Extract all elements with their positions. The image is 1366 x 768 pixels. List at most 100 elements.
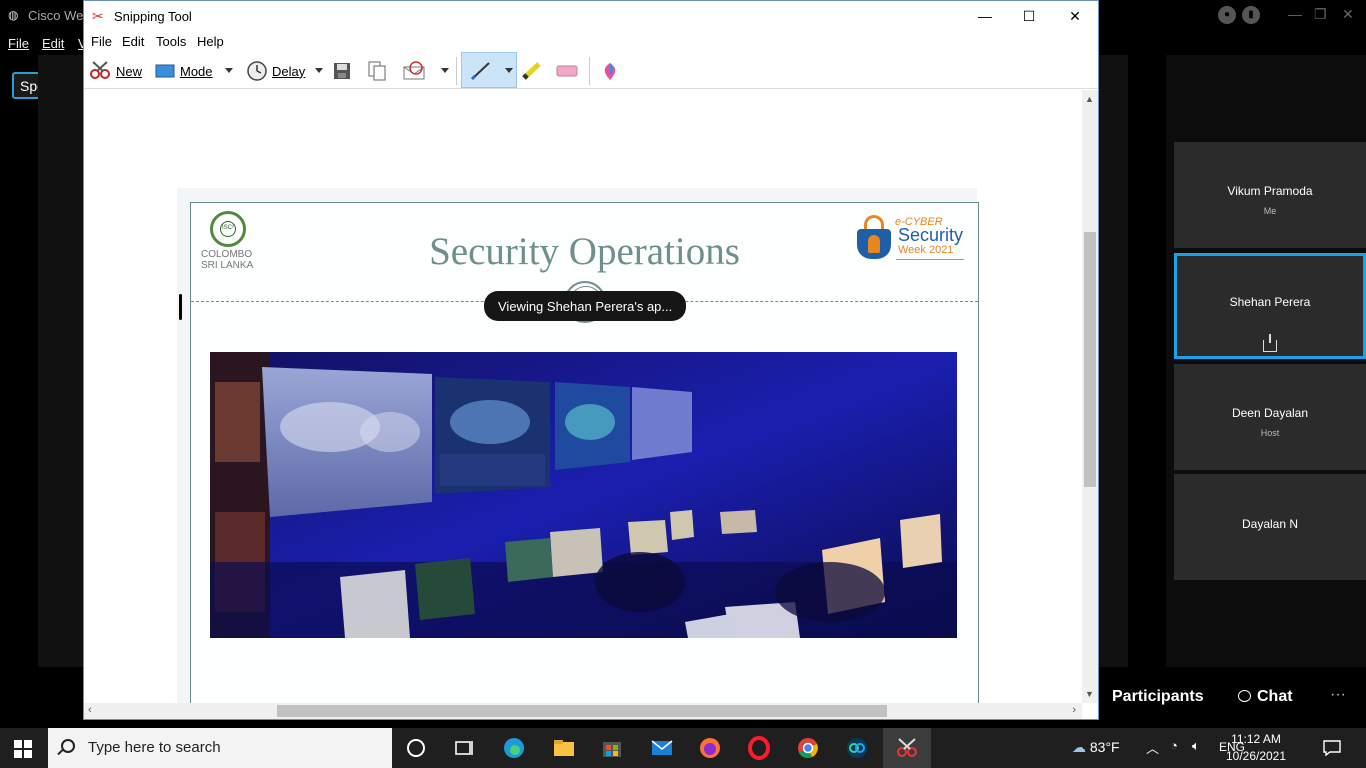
webex-stats-icon[interactable]: ▮ [1242,6,1260,24]
toolbar-separator [456,57,457,85]
webex-menu-file[interactable]: File [8,36,29,51]
webex-settings-icon[interactable]: ● [1218,6,1236,24]
scroll-left-icon[interactable]: ‹ [88,704,92,716]
eraser-button[interactable] [554,59,580,83]
microsoft-store-icon[interactable] [600,736,624,760]
minimize-button[interactable]: — [962,1,1008,31]
weather-temperature: 83°F [1089,739,1120,755]
event-logo-line2: Security [898,225,964,245]
snipping-tool-toolbar: New Mode Delay [84,52,1098,89]
pen-button[interactable] [469,59,493,83]
menu-edit[interactable]: Edit [122,34,144,49]
weather-widget[interactable]: ☁ 83°F [1072,739,1120,756]
mode-rectangle-icon [155,64,175,78]
participant-name: Vikum Pramoda [1227,184,1313,198]
horizontal-scroll-thumb[interactable] [277,705,887,717]
clock-icon [247,61,267,81]
edge-browser-icon[interactable] [502,736,526,760]
webex-menu-edit[interactable]: Edit [42,36,64,51]
horizontal-scrollbar[interactable]: ‹ › [84,703,1082,719]
pen-icon [470,62,490,81]
delay-dropdown-arrow-icon[interactable] [315,68,323,73]
volume-icon[interactable]: 🔈︎ [1192,738,1200,754]
window-title: Snipping Tool [114,9,192,24]
task-view-icon[interactable] [452,736,476,760]
mail-icon[interactable] [650,736,674,760]
canvas-marker [179,294,182,320]
chrome-icon[interactable] [796,736,820,760]
more-options-button[interactable]: ··· [1330,686,1346,704]
participant-tile[interactable]: Deen Dayalan Host [1174,364,1366,470]
wifi-icon[interactable]: ◔ [1170,738,1178,753]
scroll-right-icon[interactable]: › [1072,704,1076,716]
delay-label: Delay [272,63,306,79]
new-snip-icon [90,61,110,79]
opera-icon[interactable] [747,736,771,760]
webex-close-icon[interactable]: ✕ [1342,6,1354,23]
snipping-tool-title-bar: ✂ Snipping Tool — ☐ ✕ [84,1,1098,31]
webex-minimize-icon[interactable]: — [1288,6,1302,22]
delay-button[interactable]: Delay [246,59,305,83]
new-label: New [116,63,143,79]
paint-3d-icon [604,63,616,80]
new-button[interactable]: New [88,59,142,83]
taskbar-search-box[interactable]: Type here to search [48,728,392,768]
participant-tile[interactable]: Dayalan N [1174,474,1366,580]
windows-taskbar: Type here to search ☁ 83°F ︿ ◔ 🔈︎ ENG 11… [0,728,1366,768]
clock-time: 11:12 AM [1231,732,1281,746]
cloud-icon: ☁ [1072,739,1086,755]
save-button[interactable] [332,59,352,83]
firefox-icon[interactable] [698,736,722,760]
search-icon [61,739,75,753]
send-dropdown-arrow-icon[interactable] [441,68,449,73]
scroll-up-icon[interactable]: ▲ [1085,94,1094,104]
menu-file[interactable]: File [91,34,112,49]
maximize-button[interactable]: ☐ [1006,1,1052,31]
copy-button[interactable] [366,59,388,83]
snipping-tool-menu-bar: File Edit Tools Help [84,32,1098,52]
toolbar-separator [589,57,590,85]
event-logo-line3: Week 2021 [898,244,954,256]
webex-app-icon[interactable] [845,736,869,760]
show-hidden-icons-chevron-icon[interactable]: ︿ [1146,738,1159,757]
participant-role: Me [1263,206,1277,216]
chat-button[interactable]: Chat [1238,688,1293,706]
paint3d-button[interactable] [599,59,621,83]
snipping-tool-taskbar-button[interactable] [883,728,931,768]
mode-dropdown-arrow-icon[interactable] [225,68,233,73]
pen-dropdown-arrow-icon[interactable] [505,68,513,73]
cortana-icon[interactable] [404,736,428,760]
mode-label: Mode [180,63,213,79]
notifications-icon[interactable] [1322,738,1342,758]
webex-window-controls: ● ▮ — ❐ ✕ [1218,6,1366,26]
menu-tools[interactable]: Tools [156,34,186,49]
vertical-scroll-thumb[interactable] [1084,232,1096,487]
start-button-windows-icon[interactable] [14,740,32,758]
highlighter-icon [522,62,541,80]
snipping-tool-window: ✂ Snipping Tool — ☐ ✕ File Edit Tools He… [83,0,1099,720]
viewing-share-banner: Viewing Shehan Perera's ap... [484,291,687,321]
save-icon [334,63,350,79]
webex-restore-icon[interactable]: ❐ [1314,6,1327,23]
webex-logo-icon: ◍ [8,8,19,22]
copy-icon [368,61,386,81]
participant-tile[interactable]: Vikum Pramoda Me [1174,142,1366,248]
presentation-slide: ISC² COLOMBO SRI LANKA Security Operatio… [190,202,979,703]
mode-button[interactable]: Mode [154,59,213,83]
close-button[interactable]: ✕ [1052,1,1098,31]
file-explorer-icon[interactable] [552,736,576,760]
participant-name: Deen Dayalan [1231,406,1309,420]
lock-icon [857,215,891,261]
search-placeholder: Type here to search [88,739,221,756]
scroll-down-icon[interactable]: ▼ [1085,689,1094,699]
taskbar-clock[interactable]: 11:12 AM 10/26/2021 [1223,731,1289,765]
send-snip-button[interactable] [402,59,428,83]
vertical-scrollbar[interactable]: ▲ ▼ [1082,90,1098,703]
participant-role: Host [1260,428,1280,438]
soc-photo-illustration [210,352,957,638]
highlighter-button[interactable] [520,59,544,83]
participants-button[interactable]: Participants [1112,688,1204,706]
participant-tile-active[interactable]: Shehan Perera [1174,253,1366,359]
scissors-icon: ✂ [92,8,104,24]
menu-help[interactable]: Help [197,34,224,49]
